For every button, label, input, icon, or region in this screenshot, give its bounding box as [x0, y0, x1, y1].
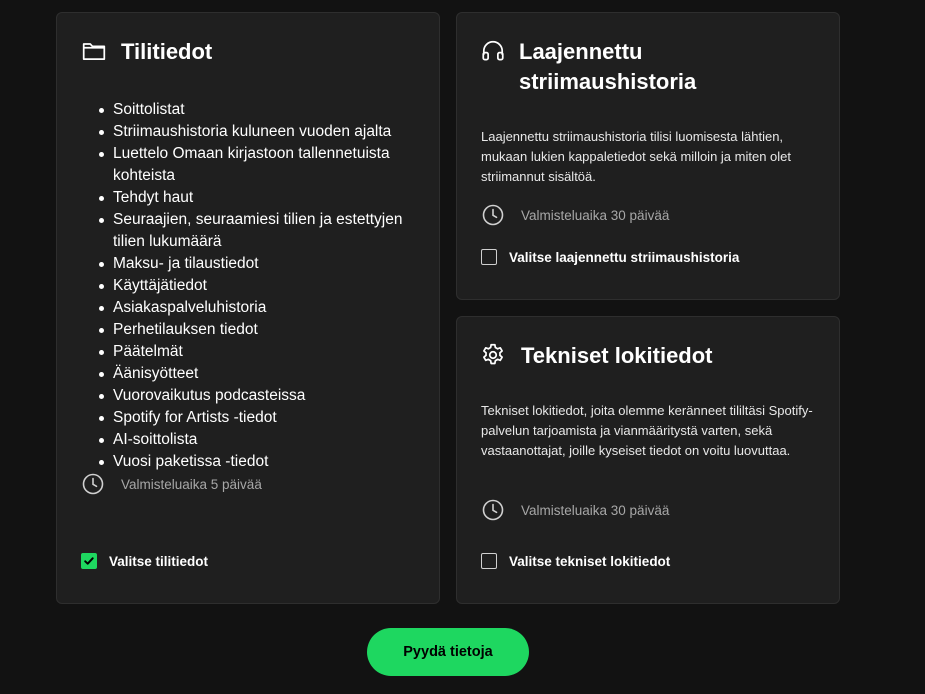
card-title-line-2: striimaushistoria	[519, 69, 697, 94]
headphones-icon	[480, 38, 506, 64]
list-item: Äänisyötteet	[99, 363, 419, 385]
request-data-button[interactable]: Pyydä tietoja	[367, 628, 529, 676]
checkbox[interactable]	[481, 553, 497, 569]
list-item: Käyttäjätiedot	[99, 275, 419, 297]
checkmark-icon	[84, 557, 94, 565]
checkbox[interactable]	[481, 249, 497, 265]
list-item: Luettelo Omaan kirjastoon tallennetuista…	[99, 143, 419, 187]
clock-icon	[482, 204, 504, 226]
list-item: Seuraajien, seuraamiesi tilien ja estett…	[99, 209, 419, 253]
list-item: Tehdyt haut	[99, 187, 419, 209]
list-item: Maksu- ja tilaustiedot	[99, 253, 419, 275]
list-item: Spotify for Artists -tiedot	[99, 407, 419, 429]
prep-time: Valmisteluaika 30 päivää	[481, 203, 669, 227]
checkbox[interactable]	[81, 553, 97, 569]
prep-time-text: Valmisteluaika 5 päivää	[121, 476, 262, 492]
card-description: Tekniset lokitiedot, joita olemme keränn…	[481, 403, 813, 458]
prep-time-text: Valmisteluaika 30 päivää	[521, 502, 670, 518]
list-item: Vuorovaikutus podcasteissa	[99, 385, 419, 407]
prep-time: Valmisteluaika 5 päivää	[81, 472, 262, 496]
account-data-card: Tilitiedot Soittolistat Striimaushistoria…	[56, 12, 440, 604]
clock-icon	[482, 499, 504, 521]
card-description: Laajennettu striimaushistoria tilisi luo…	[481, 129, 792, 184]
list-item: AI-soittolista	[99, 429, 419, 451]
extended-history-card: Laajennettu striimaushistoria Laajennett…	[456, 12, 840, 300]
card-title-line-1: Laajennettu	[519, 39, 643, 64]
list-item: Asiakaspalveluhistoria	[99, 297, 419, 319]
list-item: Päätelmät	[99, 341, 419, 363]
select-extended-history-checkbox[interactable]: Valitse laajennettu striimaushistoria	[481, 249, 739, 265]
list-item: Perhetilauksen tiedot	[99, 319, 419, 341]
account-data-list: Soittolistat Striimaushistoria kuluneen v…	[99, 99, 419, 473]
folder-icon	[81, 38, 107, 64]
gear-icon	[480, 342, 506, 368]
select-account-data-checkbox[interactable]: Valitse tilitiedot	[81, 553, 208, 569]
prep-time-text: Valmisteluaika 30 päivää	[521, 207, 670, 223]
card-title: Tekniset lokitiedot	[521, 343, 713, 368]
technical-log-card: Tekniset lokitiedot Tekniset lokitiedot,…	[456, 316, 840, 604]
list-item: Striimaushistoria kuluneen vuoden ajalta	[99, 121, 419, 143]
checkbox-label: Valitse tilitiedot	[109, 553, 209, 569]
card-title: Tilitiedot	[121, 39, 213, 64]
list-item: Vuosi paketissa -tiedot	[99, 451, 419, 473]
checkbox-label: Valitse laajennettu striimaushistoria	[509, 249, 740, 265]
select-technical-logs-checkbox[interactable]: Valitse tekniset lokitiedot	[481, 553, 670, 569]
card-title: Laajennettu striimaushistoria	[519, 37, 696, 97]
prep-time: Valmisteluaika 30 päivää	[481, 498, 669, 522]
checkbox-label: Valitse tekniset lokitiedot	[509, 553, 671, 569]
clock-icon	[82, 473, 104, 495]
list-item: Soittolistat	[99, 99, 419, 121]
